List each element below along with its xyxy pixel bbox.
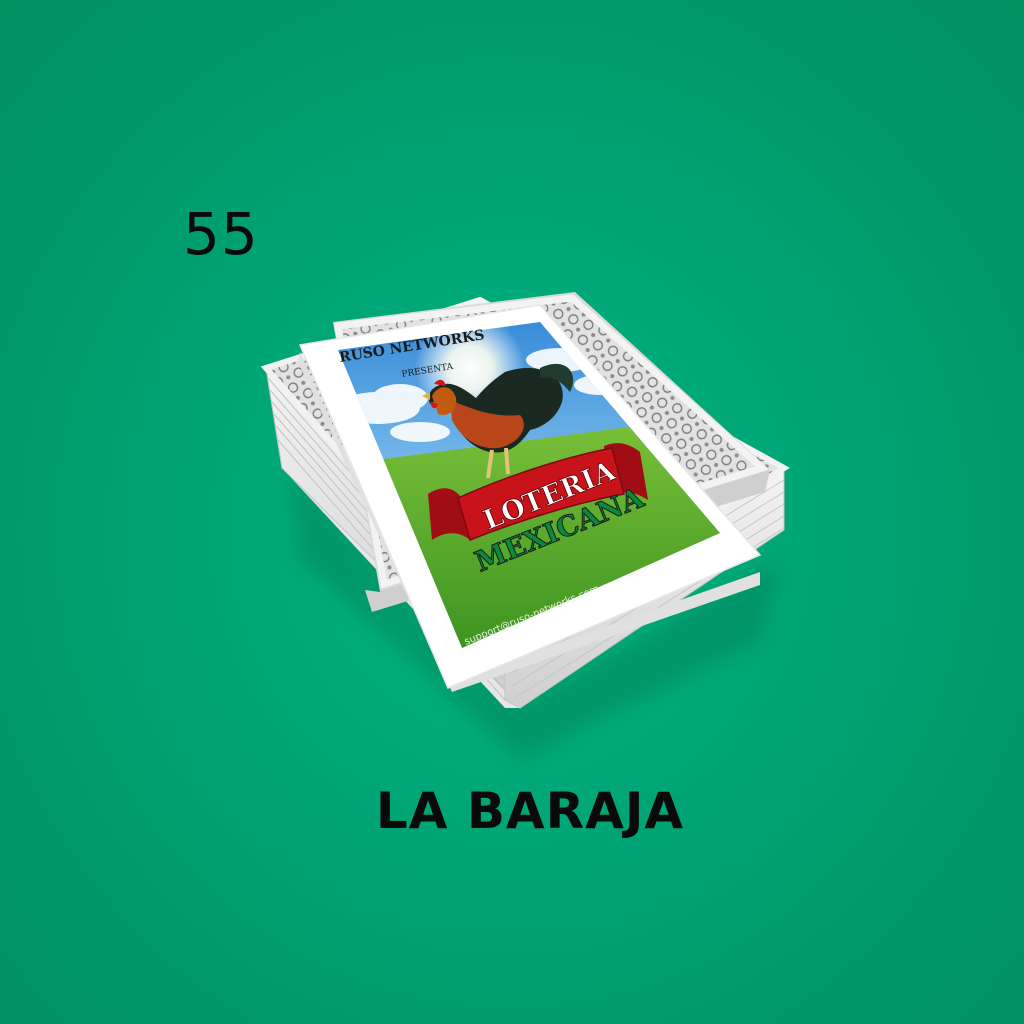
card-name: LA BARAJA bbox=[375, 782, 685, 840]
loteria-card-screen: 55 RUSO NETWORKS PRESENTA LOTERIA MEXICA… bbox=[0, 0, 1024, 1024]
card-deck-illustration: RUSO NETWORKS PRESENTA LOTERIA MEXICANA … bbox=[260, 292, 790, 760]
